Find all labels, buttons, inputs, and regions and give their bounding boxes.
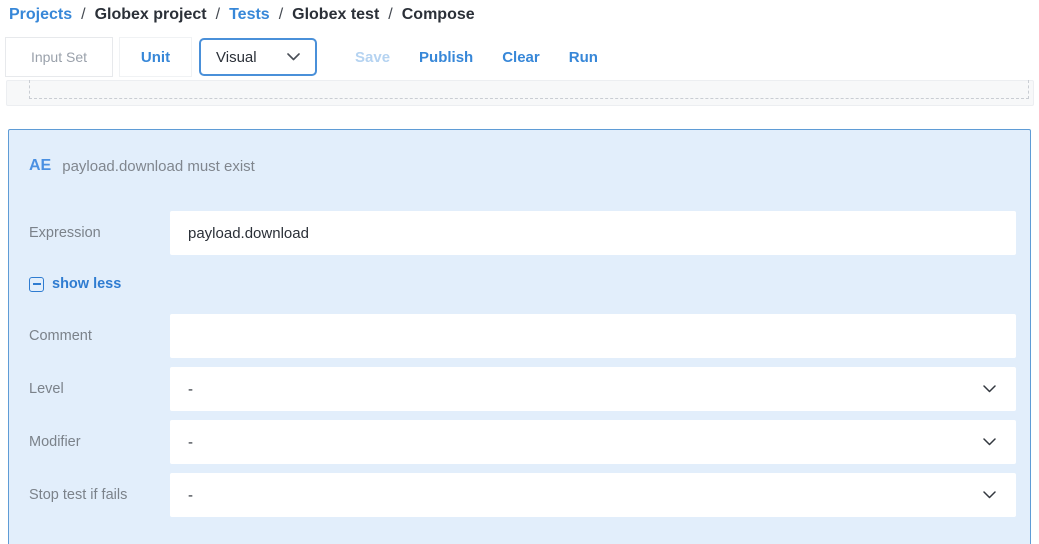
- breadcrumb-separator: /: [216, 6, 220, 24]
- component-drop-zone[interactable]: [6, 80, 1034, 106]
- breadcrumb-project-name: Globex project: [95, 6, 207, 24]
- stop-test-row: Stop test if fails -: [29, 473, 1016, 517]
- run-button[interactable]: Run: [569, 49, 598, 66]
- expression-row: Expression: [29, 211, 1016, 255]
- breadcrumb-compose: Compose: [402, 6, 475, 24]
- tab-unit[interactable]: Unit: [119, 37, 192, 77]
- chevron-down-icon: [983, 438, 996, 446]
- comment-row: Comment: [29, 314, 1016, 358]
- level-label: Level: [29, 381, 170, 397]
- modifier-label: Modifier: [29, 434, 170, 450]
- publish-button[interactable]: Publish: [419, 49, 473, 66]
- breadcrumb: Projects / Globex project / Tests / Glob…: [0, 0, 1039, 24]
- view-mode-value: Visual: [216, 49, 257, 66]
- level-select[interactable]: -: [170, 367, 1016, 411]
- comment-input[interactable]: [170, 314, 1016, 358]
- save-button[interactable]: Save: [355, 49, 390, 66]
- modifier-select[interactable]: -: [170, 420, 1016, 464]
- modifier-row: Modifier -: [29, 420, 1016, 464]
- clear-button[interactable]: Clear: [502, 49, 540, 66]
- stop-test-select[interactable]: -: [170, 473, 1016, 517]
- stop-test-label: Stop test if fails: [29, 487, 170, 503]
- breadcrumb-projects[interactable]: Projects: [9, 6, 72, 24]
- assertion-panel: AE payload.download must exist Expressio…: [8, 129, 1031, 544]
- comment-label: Comment: [29, 328, 170, 344]
- chevron-down-icon: [983, 491, 996, 499]
- breadcrumb-separator: /: [388, 6, 392, 24]
- assertion-panel-header: AE payload.download must exist: [9, 130, 1030, 175]
- view-mode-select[interactable]: Visual: [199, 38, 317, 76]
- show-less-label: show less: [52, 276, 121, 292]
- compose-toolbar: Input Set Unit Visual Save Publish Clear…: [0, 37, 1039, 77]
- expression-label: Expression: [29, 225, 170, 241]
- tab-input-set[interactable]: Input Set: [5, 37, 113, 77]
- drop-zone-dashed-outline: [29, 80, 1029, 99]
- modifier-value: -: [188, 434, 193, 451]
- toolbar-actions: Save Publish Clear Run: [355, 49, 598, 66]
- assertion-title: payload.download must exist: [62, 158, 255, 175]
- breadcrumb-separator: /: [279, 6, 283, 24]
- level-value: -: [188, 381, 193, 398]
- stop-test-value: -: [188, 487, 193, 504]
- chevron-down-icon: [983, 385, 996, 393]
- chevron-down-icon: [287, 53, 300, 61]
- breadcrumb-tests[interactable]: Tests: [229, 6, 270, 24]
- minus-square-icon: [29, 277, 44, 292]
- breadcrumb-separator: /: [81, 6, 85, 24]
- show-less-toggle[interactable]: show less: [29, 276, 1016, 292]
- expression-input[interactable]: [170, 211, 1016, 255]
- level-row: Level -: [29, 367, 1016, 411]
- assertion-form: Expression show less Comment Level - Mod…: [9, 211, 1030, 517]
- assertion-type-badge: AE: [29, 157, 51, 175]
- breadcrumb-test-name: Globex test: [292, 6, 379, 24]
